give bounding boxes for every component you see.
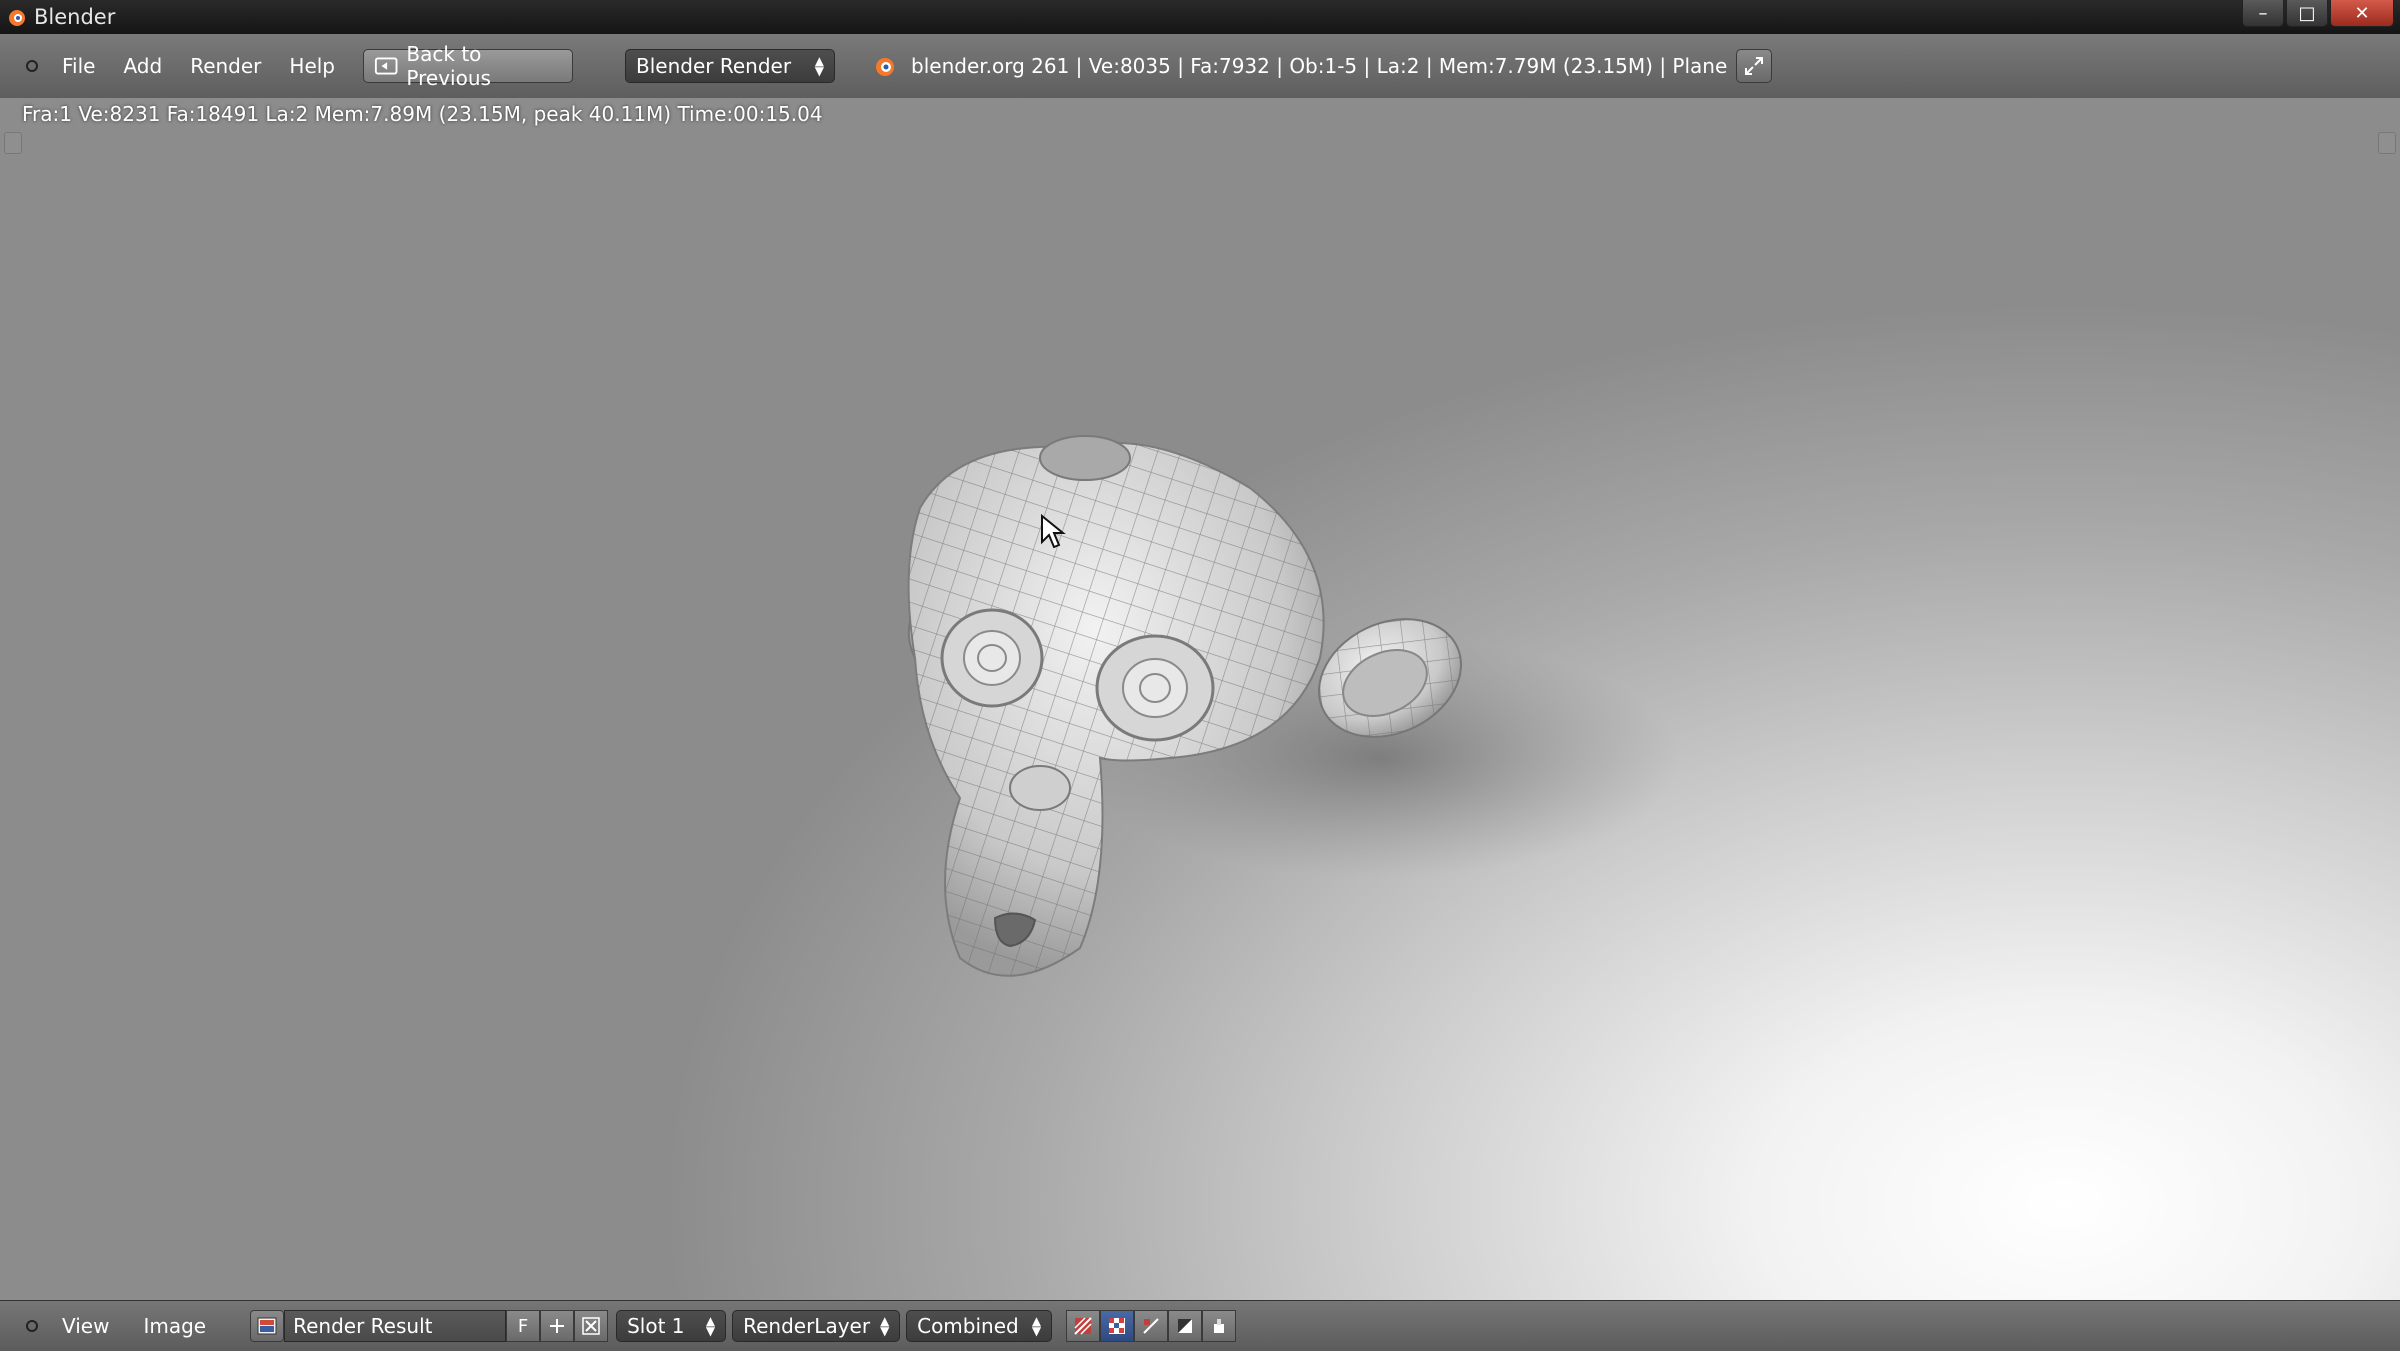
menu-image[interactable]: Image [143,1314,206,1338]
render-layer-value: RenderLayer [743,1314,871,1338]
main-menu: File Add Render Help [62,54,363,78]
menu-view[interactable]: View [62,1314,109,1338]
zbuffer-icon [1143,1318,1159,1334]
area-split-handle-right[interactable] [2378,132,2396,154]
render-engine-value: Blender Render [636,54,792,78]
unlink-image-button[interactable] [574,1310,609,1342]
image-editor-header: File Add Render Help Back to Previous Bl… [0,34,2400,99]
area-split-handle-left[interactable] [4,132,22,154]
render-stats: Fra:1 Ve:8231 Fa:18491 La:2 Mem:7.89M (2… [22,102,823,126]
blender-logo-icon [876,58,895,76]
image-icon [257,1317,277,1335]
draw-color-button[interactable] [1100,1310,1135,1342]
chevron-updown-icon: ▲ ▼ [880,1314,890,1338]
close-button[interactable]: ✕ [2330,0,2394,27]
new-image-button[interactable] [540,1310,575,1342]
editor-type-icon [26,60,38,72]
monkey-left-eye [940,608,1044,708]
blender-logo-icon [9,10,25,26]
window-controls: – □ ✕ [2240,0,2394,27]
editor-type-selector[interactable] [20,54,44,78]
slot-select[interactable]: Slot 1 ▲ ▼ [616,1310,727,1342]
chevron-updown-icon: ▲ ▼ [1031,1314,1042,1338]
back-icon [374,57,398,75]
window-titlebar: Blender – □ ✕ [0,0,2400,34]
fullscreen-button[interactable] [1736,49,1772,83]
draw-mode-buttons [1066,1310,1237,1342]
chevron-updown-icon: ▲ ▼ [814,54,825,78]
paint-button[interactable] [1202,1310,1237,1342]
draw-zbuffer-button[interactable] [1134,1310,1169,1342]
alpha-icon [1178,1319,1193,1333]
render-pass-select[interactable]: Combined ▲ ▼ [906,1310,1053,1342]
menu-render[interactable]: Render [190,54,261,78]
menu-add[interactable]: Add [123,54,162,78]
plus-icon [550,1319,565,1333]
editor-type-selector-bottom[interactable] [20,1314,44,1338]
paint-icon [1214,1319,1225,1333]
checker-icon [1109,1318,1126,1334]
image-browse-button[interactable] [250,1310,285,1342]
minimize-button[interactable]: – [2242,0,2284,27]
image-name-field[interactable]: Render Result [284,1310,507,1342]
fake-user-button[interactable]: F [506,1310,541,1342]
monkey-nose [1009,765,1071,811]
image-menu: View Image [62,1314,240,1338]
draw-alpha-button[interactable] [1168,1310,1203,1342]
monkey-right-eye [1095,634,1215,742]
render-layer-select[interactable]: RenderLayer ▲ ▼ [732,1310,901,1342]
window-title: Blender [34,5,116,29]
draw-color-alpha-button[interactable] [1066,1310,1101,1342]
slot-value: Slot 1 [627,1314,685,1338]
mouse-cursor-icon [1041,514,1066,549]
chevron-updown-icon: ▲ ▼ [705,1314,716,1338]
menu-file[interactable]: File [62,54,95,78]
editor-type-icon [26,1320,38,1332]
menu-help[interactable]: Help [289,54,335,78]
fullscreen-icon [1745,57,1763,75]
maximize-button[interactable]: □ [2286,0,2328,27]
render-engine-select[interactable]: Blender Render ▲ ▼ [625,49,836,83]
back-to-previous-label: Back to Previous [406,42,491,90]
render-pass-value: Combined [917,1314,1019,1338]
image-editor-footer: View Image Render Result F Slot 1 ▲ ▼ Ren… [0,1300,2400,1351]
render-result-image [907,435,1680,977]
x-icon [582,1317,600,1335]
back-to-previous-button[interactable]: Back to Previous [363,42,574,90]
render-viewport[interactable]: Fra:1 Ve:8231 Fa:18491 La:2 Mem:7.89M (2… [0,98,2400,1300]
color-alpha-icon [1074,1317,1092,1335]
scene-info: blender.org 261 | Ve:8035 | Fa:7932 | Ob… [911,54,1728,78]
